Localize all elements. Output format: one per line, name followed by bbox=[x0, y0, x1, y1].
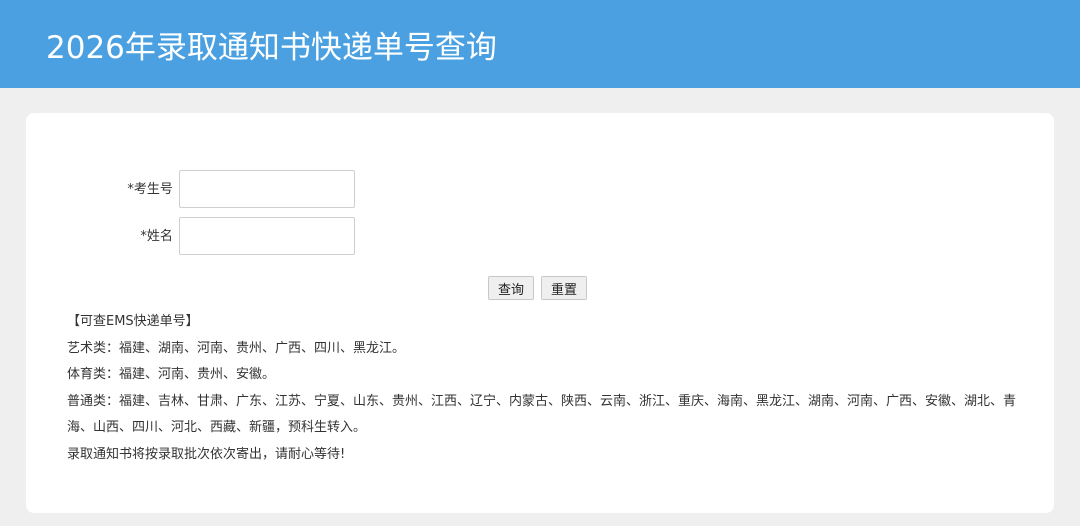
art-provinces-line: 艺术类：福建、湖南、河南、贵州、广西、四川、黑龙江。 bbox=[67, 340, 406, 356]
page-header: 2026年录取通知书快递单号查询 bbox=[0, 0, 1080, 88]
reset-button[interactable]: 重置 bbox=[541, 276, 588, 300]
candidate-number-input[interactable] bbox=[179, 170, 355, 208]
query-card: *考生号 ： *姓名 ： 查询 重置 【可查EMS快递单号】 艺术类：福建、湖南… bbox=[26, 113, 1054, 513]
info-section: 【可查EMS快递单号】 艺术类：福建、湖南、河南、贵州、广西、四川、黑龙江。 体… bbox=[67, 309, 1017, 468]
general-provinces-line: 普通类：福建、吉林、甘肃、广东、江苏、宁夏、山东、贵州、江西、辽宁、内蒙古、陕西… bbox=[67, 393, 1017, 436]
notice-line: 录取通知书将按录取批次依次寄出，请耐心等待! bbox=[67, 446, 346, 462]
info-heading: 【可查EMS快递单号】 bbox=[67, 314, 199, 329]
name-row: *姓名 ： bbox=[26, 217, 426, 255]
query-button[interactable]: 查询 bbox=[488, 276, 535, 300]
candidate-number-row: *考生号 ： bbox=[26, 170, 426, 208]
name-input[interactable] bbox=[179, 217, 355, 255]
page-title: 2026年录取通知书快递单号查询 bbox=[46, 30, 497, 66]
sports-provinces-line: 体育类：福建、河南、贵州、安徽。 bbox=[67, 367, 276, 382]
